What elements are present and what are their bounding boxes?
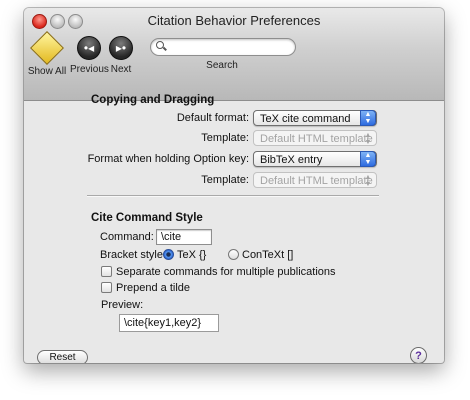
preferences-window: Citation Behavior Preferences Show All •…	[24, 8, 444, 363]
preview-box: \cite{key1,key2}	[119, 314, 219, 332]
search-input[interactable]	[169, 40, 293, 55]
template-popup[interactable]: Default HTML template ▲ ▼	[253, 130, 377, 146]
window-title: Citation Behavior Preferences	[147, 13, 321, 28]
preferences-content: Copying and Dragging Default format: TeX…	[24, 94, 444, 363]
show-all-button[interactable]: Show All	[25, 31, 69, 77]
preview-label: Preview:	[101, 299, 144, 311]
section-divider	[87, 195, 379, 197]
previous-label: Previous	[70, 64, 109, 75]
template-value: Default HTML template	[260, 133, 373, 145]
popup-arrows-icon: ▲ ▼	[364, 174, 372, 188]
default-format-value: TeX cite command	[260, 113, 351, 125]
command-field[interactable]: \cite	[156, 229, 212, 245]
next-button[interactable]: ▸• Next	[108, 36, 134, 75]
separate-commands-label[interactable]: Separate commands for multiple publicati…	[116, 266, 336, 278]
option-template-popup[interactable]: Default HTML template ▲ ▼	[253, 172, 377, 188]
search-field[interactable]	[150, 38, 296, 56]
cite-heading: Cite Command Style	[91, 212, 203, 224]
popup-arrows-icon: ▲ ▼	[360, 110, 376, 126]
bracket-style-label: Bracket style:	[100, 249, 167, 261]
show-all-label: Show All	[27, 66, 67, 77]
option-format-popup[interactable]: BibTeX entry ▲ ▼	[253, 151, 377, 167]
default-format-popup[interactable]: TeX cite command ▲ ▼	[253, 110, 377, 126]
search-label: Search	[206, 60, 238, 71]
popup-arrows-icon: ▲ ▼	[360, 151, 376, 167]
toolbar: Citation Behavior Preferences Show All •…	[24, 8, 444, 101]
bracket-tex-label[interactable]: TeX {}	[177, 249, 206, 261]
next-icon: ▸•	[109, 36, 133, 60]
template-label: Template:	[201, 132, 249, 144]
bracket-tex-radio[interactable]	[163, 249, 174, 260]
bracket-context-label[interactable]: ConTeXt []	[242, 249, 293, 261]
option-format-value: BibTeX entry	[260, 154, 323, 166]
default-format-label: Default format:	[176, 112, 249, 124]
copying-heading: Copying and Dragging	[91, 94, 215, 106]
separate-commands-checkbox[interactable]	[101, 266, 112, 277]
option-template-label: Template:	[201, 174, 249, 186]
option-template-value: Default HTML template	[260, 175, 373, 187]
command-label: Command:	[100, 231, 154, 243]
previous-button[interactable]: •◂ Previous	[70, 36, 109, 75]
reset-button[interactable]: Reset	[37, 350, 88, 363]
previous-icon: •◂	[77, 36, 101, 60]
popup-arrows-icon: ▲ ▼	[364, 132, 372, 146]
help-button[interactable]: ?	[410, 347, 427, 363]
next-label: Next	[110, 64, 132, 75]
prepend-tilde-label[interactable]: Prepend a tilde	[116, 282, 190, 294]
diamond-app-icon	[30, 31, 64, 65]
search-icon	[156, 41, 164, 49]
option-format-label: Format when holding Option key:	[87, 153, 249, 165]
prepend-tilde-checkbox[interactable]	[101, 282, 112, 293]
bracket-context-radio[interactable]	[228, 249, 239, 260]
